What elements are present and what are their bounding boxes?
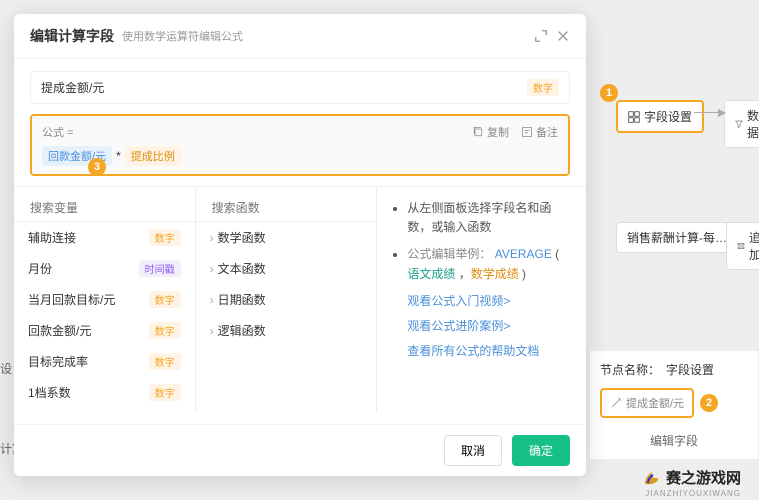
function-category[interactable]: 文本函数 [196, 253, 377, 284]
right-property-panel: 节点名称： 字段设置 提成金额/元 2 编辑字段 [589, 350, 759, 460]
node-calc[interactable]: 销售薪酬计算-每… [616, 222, 738, 253]
help-link-intro-video[interactable]: 观看公式入门视频> [407, 292, 572, 309]
formula-label: 公式 = [42, 124, 73, 140]
step-2-badge: 2 [700, 394, 718, 412]
variable-type-tag: 数字 [149, 353, 181, 370]
edit-field-label: 编辑字段 [600, 432, 748, 449]
remark-button[interactable]: 备注 [521, 124, 558, 140]
copy-icon [472, 126, 484, 138]
field-type-tag: 数字 [527, 79, 559, 96]
variable-type-tag: 数字 [149, 229, 181, 246]
wand-icon [610, 397, 622, 409]
function-category[interactable]: 日期函数 [196, 284, 377, 315]
field-name-value: 提成金额/元 [41, 79, 104, 96]
arrow [694, 112, 722, 113]
node-label: 追加 [749, 229, 759, 263]
functions-panel: 数学函数文本函数日期函数逻辑函数 [196, 187, 378, 412]
modal-body: 提成金额/元 数字 公式 = 复制 备注 回款金额/元*提成比例 [14, 59, 586, 424]
search-functions-input[interactable] [212, 201, 367, 215]
confirm-button[interactable]: 确定 [512, 435, 570, 466]
logo-icon [642, 468, 662, 488]
field-chip-commission[interactable]: 提成金额/元 [600, 388, 694, 418]
node-name-label: 节点名称： [600, 361, 660, 378]
variable-item[interactable]: 回款金额/元 数字 [14, 315, 195, 346]
search-functions[interactable] [196, 195, 377, 222]
panels-container: 辅助连接数字月份时间戳当月回款目标/元数字回款金额/元数字目标完成率数字1档系数… [14, 186, 586, 412]
modal-footer: 取消 确定 [14, 424, 586, 476]
node-field-setting[interactable]: 字段设置 [616, 100, 704, 133]
step-1-badge: 1 [600, 84, 618, 102]
variable-type-tag: 时间戳 [139, 260, 181, 277]
node-add[interactable]: 追加 [726, 222, 759, 270]
field-name-input[interactable]: 提成金额/元 数字 [30, 71, 570, 104]
node-label: 字段设置 [644, 108, 692, 125]
help-line-1: 从左侧面板选择字段名和函数，或输入函数 [407, 199, 572, 237]
variable-type-tag: 数字 [149, 322, 181, 339]
variable-item[interactable]: 月份 时间戳 [14, 253, 195, 284]
node-label: 销售薪酬计算-每… [627, 229, 727, 246]
variable-type-tag: 数字 [149, 291, 181, 308]
node-name-row: 节点名称： 字段设置 [600, 361, 748, 378]
help-link-advanced[interactable]: 观看公式进阶案例> [407, 317, 572, 334]
function-category-label: 数学函数 [218, 229, 266, 246]
help-line-2: 公式编辑举例： AVERAGE ( 语文成绩 ，数学成绩 ) [407, 245, 572, 283]
search-variables[interactable] [14, 195, 195, 222]
variables-list: 辅助连接数字月份时间戳当月回款目标/元数字回款金额/元数字目标完成率数字1档系数… [14, 222, 195, 412]
node-data-filter[interactable]: 数据 [724, 100, 759, 148]
variable-item[interactable]: 2档系数数字 [14, 408, 195, 412]
function-category[interactable]: 逻辑函数 [196, 315, 377, 346]
logo-subtitle: JIANZHIYOUXIWANG [645, 489, 741, 498]
grid-icon [628, 111, 640, 123]
variable-name: 1档系数 [28, 384, 71, 401]
copy-button[interactable]: 复制 [472, 124, 509, 140]
variable-item[interactable]: 当月回款目标/元 数字 [14, 284, 195, 315]
cancel-button[interactable]: 取消 [444, 435, 502, 466]
help-link-docs[interactable]: 查看所有公式的帮助文档 [407, 342, 572, 359]
append-icon [737, 240, 745, 252]
formula-content[interactable]: 回款金额/元*提成比例 [42, 146, 558, 166]
modal-subtitle: 使用数学运算符编辑公式 [122, 28, 243, 44]
step-3-badge: 3 [88, 158, 106, 176]
function-category[interactable]: 数学函数 [196, 222, 377, 253]
variable-item[interactable]: 辅助连接 数字 [14, 222, 195, 253]
variables-panel: 辅助连接数字月份时间戳当月回款目标/元数字回款金额/元数字目标完成率数字1档系数… [14, 187, 196, 412]
function-category-label: 文本函数 [218, 260, 266, 277]
variable-type-tag: 数字 [149, 384, 181, 401]
close-icon[interactable] [556, 29, 570, 43]
node-label: 数据 [747, 107, 759, 141]
formula-editor[interactable]: 公式 = 复制 备注 回款金额/元*提成比例 3 [30, 114, 570, 176]
variable-name: 当月回款目标/元 [28, 291, 115, 308]
functions-list: 数学函数文本函数日期函数逻辑函数 [196, 222, 377, 346]
help-panel: 从左侧面板选择字段名和函数，或输入函数 公式编辑举例： AVERAGE ( 语文… [377, 187, 586, 412]
formula-chip-ratio[interactable]: 提成比例 [125, 146, 181, 166]
edit-formula-modal: 编辑计算字段 使用数学运算符编辑公式 提成金额/元 数字 公式 = 复制 备注 [14, 14, 586, 476]
modal-title: 编辑计算字段 [30, 26, 114, 46]
function-category-label: 日期函数 [218, 291, 266, 308]
modal-header: 编辑计算字段 使用数学运算符编辑公式 [14, 14, 586, 59]
logo-text: 赛之游戏网 [666, 467, 741, 488]
search-variables-input[interactable] [30, 201, 185, 215]
variable-name: 月份 [28, 260, 52, 277]
site-logo: 赛之游戏网 [642, 467, 741, 488]
variable-item[interactable]: 1档系数 数字 [14, 377, 195, 408]
variable-name: 回款金额/元 [28, 322, 91, 339]
left-setting-label: 设 [0, 360, 12, 377]
field-chip-label: 提成金额/元 [626, 395, 684, 411]
variable-name: 目标完成率 [28, 353, 88, 370]
node-name-value: 字段设置 [666, 361, 714, 378]
arrow-head-icon [718, 109, 726, 117]
expand-icon[interactable] [534, 29, 548, 43]
filter-icon [735, 118, 743, 130]
variable-item[interactable]: 目标完成率 数字 [14, 346, 195, 377]
variable-name: 辅助连接 [28, 229, 76, 246]
note-icon [521, 126, 533, 138]
function-category-label: 逻辑函数 [218, 322, 266, 339]
